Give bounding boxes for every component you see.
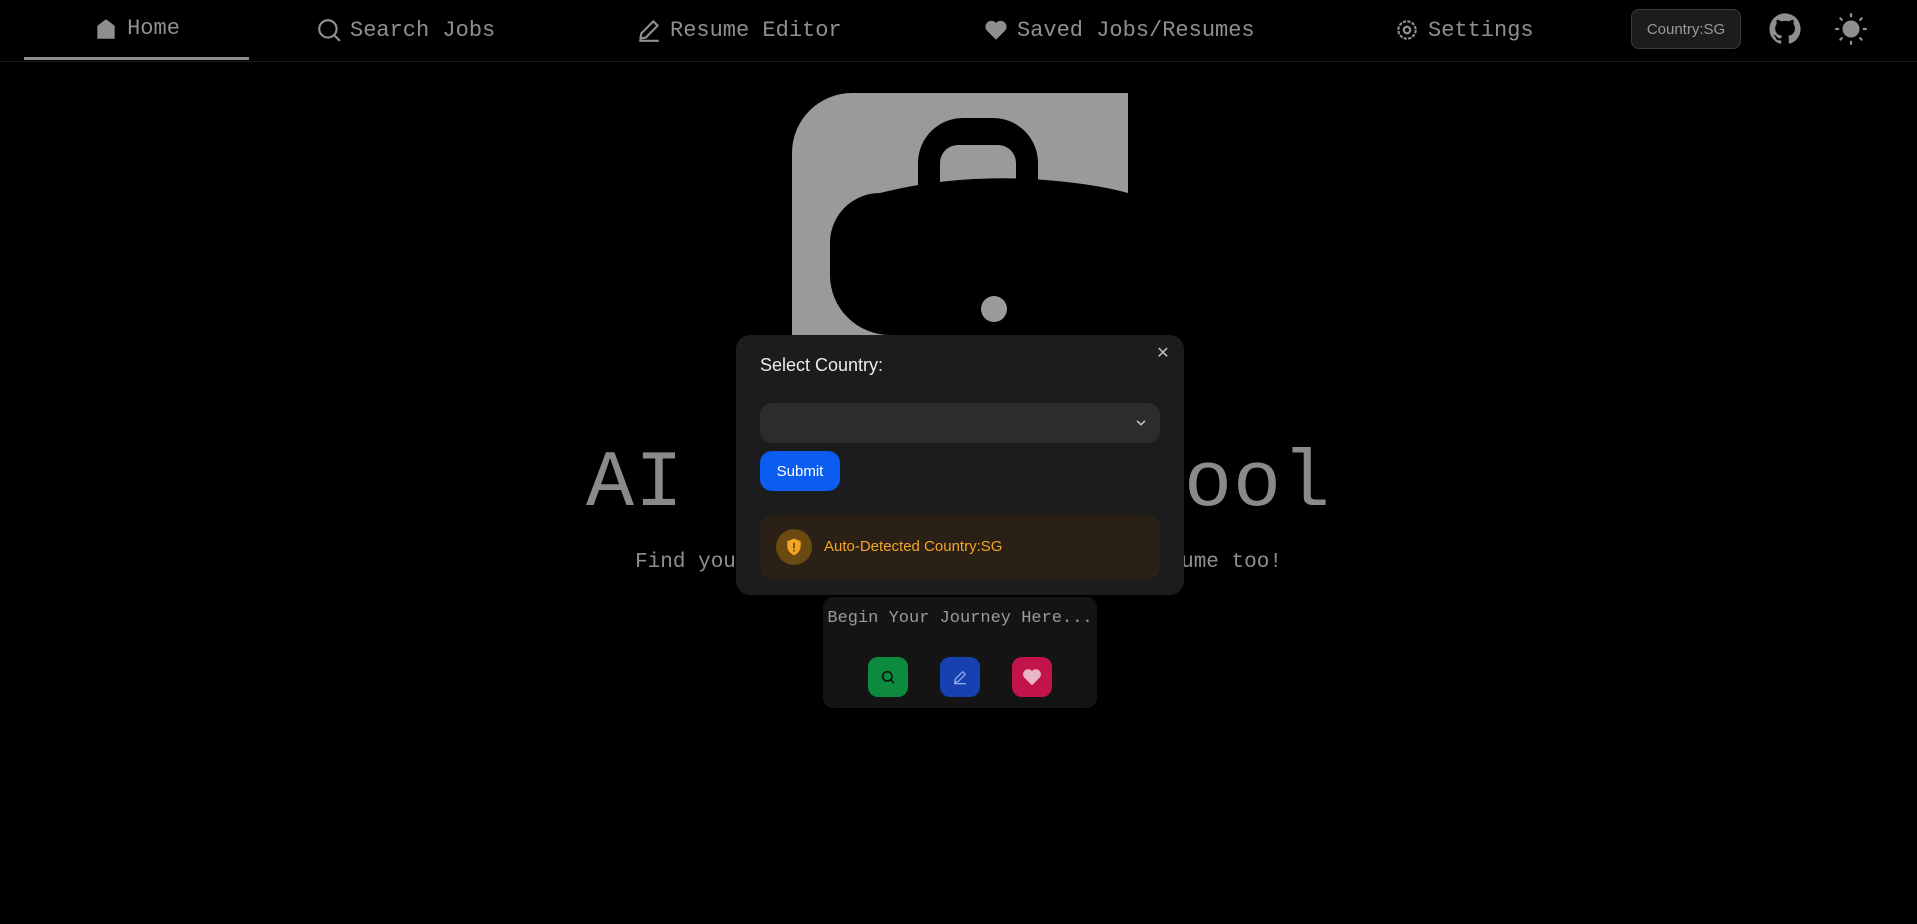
hero-title-right: ool [1183, 439, 1332, 530]
country-button[interactable]: Country:SG [1631, 9, 1741, 49]
select-country-modal: Select Country: ✕ Submit Auto-Detected C… [736, 335, 1184, 595]
auto-detect-alert: Auto-Detected Country:SG [760, 515, 1160, 579]
close-icon[interactable]: ✕ [1154, 345, 1172, 363]
nav-home[interactable]: Home [24, 0, 249, 60]
hero-subtitle-right: sume too! [1168, 551, 1282, 574]
nav-settings[interactable]: Settings [1394, 0, 1534, 60]
nav-search-label: Search Jobs [350, 17, 496, 43]
hero-title-left: AI [585, 439, 684, 530]
journey-text: Begin Your Journey Here... [827, 609, 1093, 628]
nav-saved-label: Saved Jobs/Resumes [1017, 17, 1255, 43]
briefcase-icon [792, 93, 1128, 335]
pencil-icon [954, 671, 966, 685]
gear-icon [1397, 20, 1417, 40]
quick-search-button[interactable] [868, 657, 908, 697]
quick-resume-button[interactable] [940, 657, 980, 697]
heart-icon [1023, 669, 1041, 686]
github-icon[interactable] [1768, 12, 1802, 46]
modal-title: Select Country: [760, 355, 884, 375]
hero-subtitle-left: Find your [635, 551, 749, 574]
pencil-icon [639, 20, 659, 42]
search-icon [318, 19, 341, 42]
submit-button[interactable]: Submit [760, 451, 840, 491]
journey-card: Begin Your Journey Here... [823, 597, 1097, 708]
nav-search-jobs[interactable]: Search Jobs [316, 0, 495, 60]
quick-saved-button[interactable] [1012, 657, 1052, 697]
nav-settings-label: Settings [1428, 17, 1534, 43]
sun-icon[interactable] [1834, 12, 1868, 46]
nav-resume-label: Resume Editor [670, 17, 842, 43]
nav-saved[interactable]: Saved Jobs/Resumes [983, 0, 1255, 60]
shield-alert-icon [776, 529, 812, 565]
alert-text: Auto-Detected Country:SG [824, 538, 1003, 555]
heart-icon [985, 20, 1007, 40]
country-select[interactable] [760, 403, 1160, 443]
search-icon [881, 670, 895, 684]
nav-resume-editor[interactable]: Resume Editor [636, 0, 842, 60]
chevron-down-icon [1136, 420, 1146, 426]
top-nav: Home Search Jobs Resume Editor Saved Job… [0, 0, 1917, 62]
nav-home-label: Home [127, 16, 180, 41]
home-icon [97, 18, 115, 39]
